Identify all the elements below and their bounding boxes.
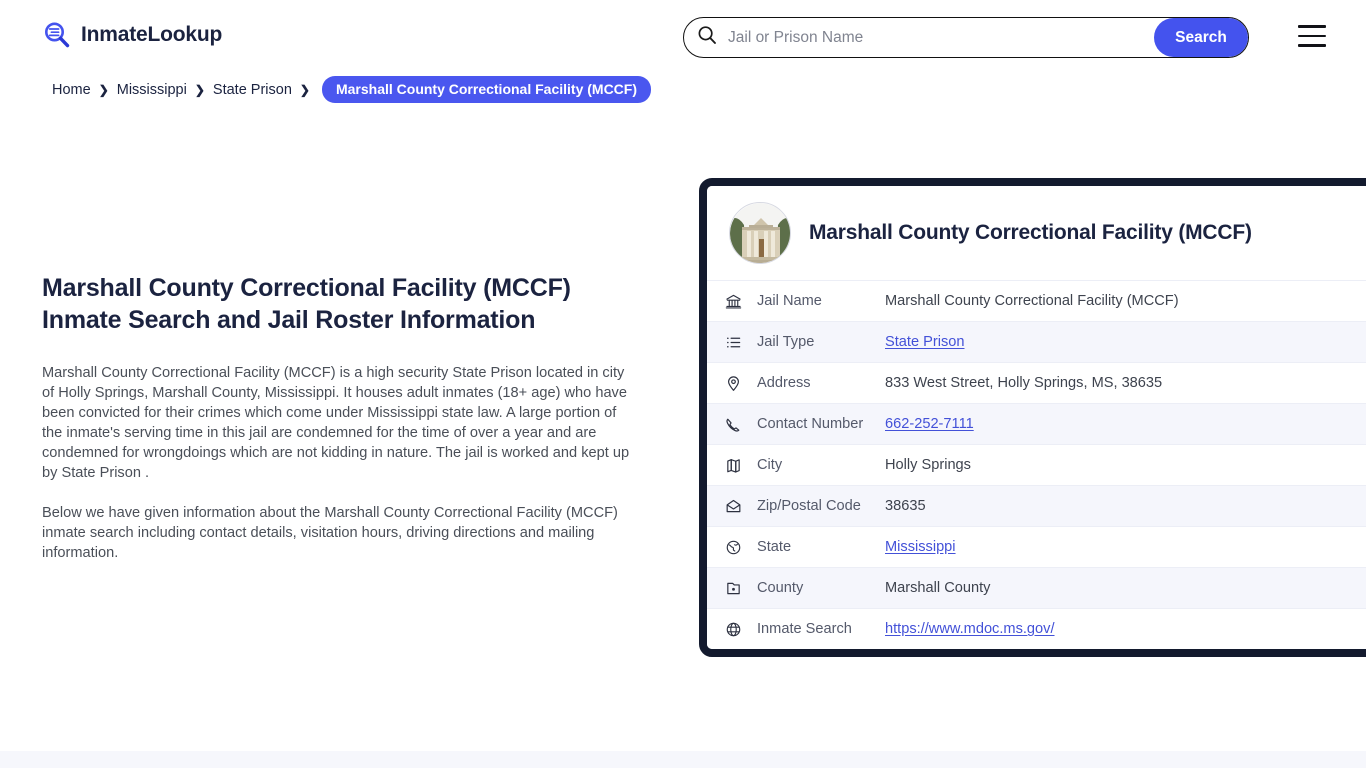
info-value: 662-252-7111 bbox=[885, 416, 974, 432]
info-row-city: City Holly Springs bbox=[707, 444, 1366, 485]
info-label: City bbox=[757, 457, 783, 473]
info-row-address: Address 833 West Street, Holly Springs, … bbox=[707, 362, 1366, 403]
brand-logo-link[interactable]: InmateLookup bbox=[42, 20, 222, 50]
envelope-icon bbox=[724, 497, 743, 516]
card-header: Marshall County Correctional Facility (M… bbox=[707, 186, 1366, 280]
search-button[interactable]: Search bbox=[1154, 18, 1248, 57]
chevron-right-icon: ❯ bbox=[98, 82, 109, 97]
breadcrumb-item-mississippi[interactable]: Mississippi bbox=[117, 82, 187, 98]
hamburger-line bbox=[1298, 44, 1326, 47]
info-value: Marshall County Correctional Facility (M… bbox=[885, 293, 1179, 309]
intro-paragraph-1: Marshall County Correctional Facility (M… bbox=[42, 365, 630, 481]
info-value: State Prison bbox=[885, 334, 965, 350]
info-value: Mississippi bbox=[885, 539, 956, 555]
info-label: Jail Type bbox=[757, 334, 815, 350]
info-value-link[interactable]: https://www.mdoc.ms.gov/ bbox=[885, 621, 1055, 637]
info-value: https://www.mdoc.ms.gov/ bbox=[885, 621, 1055, 637]
footer-band bbox=[0, 751, 1366, 768]
info-value: Holly Springs bbox=[885, 457, 971, 473]
breadcrumb-current-badge: Marshall County Correctional Facility (M… bbox=[321, 76, 652, 103]
info-row-zip-code: Zip/Postal Code 38635 bbox=[707, 485, 1366, 526]
phone-icon bbox=[724, 415, 743, 434]
search-bar[interactable]: Search bbox=[683, 17, 1249, 58]
info-label: Zip/Postal Code bbox=[757, 498, 861, 514]
hamburger-menu-icon[interactable] bbox=[1298, 25, 1326, 47]
intro-paragraph-2: Below we have given information about th… bbox=[42, 505, 618, 561]
globe-state-icon bbox=[724, 538, 743, 557]
info-label: Contact Number bbox=[757, 416, 864, 432]
page-title-line-2: Inmate Search and Jail Roster Informatio… bbox=[42, 306, 536, 334]
hamburger-line bbox=[1298, 34, 1326, 38]
info-row-inmate-search: Inmate Search https://www.mdoc.ms.gov/ bbox=[707, 608, 1366, 649]
info-label: Jail Name bbox=[757, 293, 822, 309]
search-icon bbox=[697, 25, 717, 50]
site-header: InmateLookup Search bbox=[0, 0, 1366, 75]
info-label: State bbox=[757, 539, 792, 555]
bank-icon bbox=[724, 292, 743, 311]
info-row-state: State Mississippi bbox=[707, 526, 1366, 567]
main-content-column: Marshall County Correctional Facility (M… bbox=[42, 272, 642, 563]
county-icon bbox=[724, 579, 743, 598]
map-icon bbox=[724, 456, 743, 475]
info-label: Address bbox=[757, 375, 811, 391]
chevron-right-icon: ❯ bbox=[299, 82, 310, 97]
breadcrumb: Home ❯ Mississippi ❯ State Prison ❯ Mars… bbox=[52, 76, 652, 103]
info-row-jail-name: Jail Name Marshall County Correctional F… bbox=[707, 280, 1366, 321]
brand-name: InmateLookup bbox=[81, 23, 223, 46]
info-value: Marshall County bbox=[885, 580, 991, 596]
magnifier-list-icon bbox=[42, 20, 72, 50]
search-input[interactable] bbox=[717, 18, 1154, 57]
info-row-jail-type: Jail Type State Prison bbox=[707, 321, 1366, 362]
list-icon bbox=[724, 333, 743, 352]
info-value: 833 West Street, Holly Springs, MS, 3863… bbox=[885, 375, 1163, 391]
page-title-line-1: Marshall County Correctional Facility (M… bbox=[42, 274, 571, 302]
breadcrumb-item-home[interactable]: Home bbox=[52, 82, 91, 98]
page-title: Marshall County Correctional Facility (M… bbox=[42, 272, 642, 336]
info-value-link[interactable]: 662-252-7111 bbox=[885, 416, 974, 432]
info-label: Inmate Search bbox=[757, 621, 852, 637]
web-globe-icon bbox=[724, 620, 743, 639]
info-row-contact-number: Contact Number 662-252-7111 bbox=[707, 403, 1366, 444]
card-title: Marshall County Correctional Facility (M… bbox=[809, 221, 1252, 244]
info-row-county: County Marshall County bbox=[707, 567, 1366, 608]
facility-building-photo bbox=[729, 202, 791, 264]
facility-info-card: Marshall County Correctional Facility (M… bbox=[699, 178, 1366, 657]
info-value: 38635 bbox=[885, 498, 926, 514]
chevron-right-icon: ❯ bbox=[194, 82, 205, 97]
location-pin-icon bbox=[724, 374, 743, 393]
info-label: County bbox=[757, 580, 804, 596]
breadcrumb-item-state-prison[interactable]: State Prison bbox=[213, 82, 292, 98]
hamburger-line bbox=[1298, 25, 1326, 28]
info-value-link[interactable]: State Prison bbox=[885, 334, 965, 350]
info-value-link[interactable]: Mississippi bbox=[885, 539, 956, 555]
